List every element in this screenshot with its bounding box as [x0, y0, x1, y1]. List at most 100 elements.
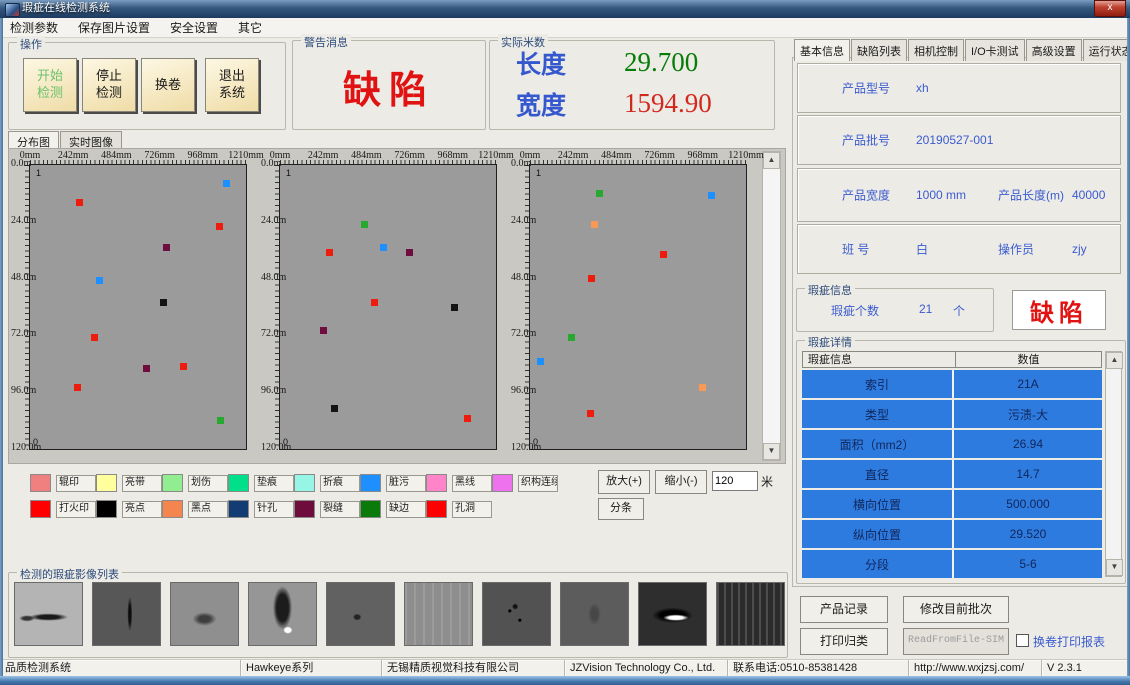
split-button[interactable]: 分条 — [598, 498, 644, 520]
start-detect-button[interactable]: 开始 检测 — [23, 58, 77, 112]
menu-item[interactable]: 检测参数 — [0, 19, 68, 36]
plot-canvas[interactable]: 10 — [529, 164, 747, 450]
detail-attribute: 直径 — [802, 460, 954, 488]
legend-swatch — [360, 474, 381, 492]
defect-thumbnail[interactable] — [14, 582, 83, 646]
legend-swatch — [228, 500, 249, 518]
scroll-down-arrow[interactable]: ▼ — [763, 443, 780, 460]
defect-detail-group: 瑕疵详情 瑕疵信息 数值 索引21A类型污渍-大面积（mm2）26.94直径14… — [796, 340, 1126, 584]
zoom-in-button[interactable]: 放大(+) — [598, 470, 650, 494]
legend-swatch — [426, 500, 447, 518]
window-title: 瑕疵在线检测系统 — [22, 0, 110, 18]
stop-detect-button[interactable]: 停止 检测 — [82, 58, 136, 112]
defect-marker-red — [371, 299, 378, 306]
menu-item[interactable]: 其它 — [228, 19, 272, 36]
y-tick-label: 120.0m — [261, 442, 291, 453]
defect-marker-maroon — [406, 249, 413, 256]
table-scrollbar[interactable]: ▲ ▼ — [1105, 351, 1122, 577]
legend-item: 打火印 — [30, 500, 96, 518]
read-from-file-button[interactable]: ReadFromFile-SIM — [903, 628, 1009, 655]
right-tab[interactable]: 基本信息 — [794, 39, 850, 61]
defect-thumbnail[interactable] — [92, 582, 161, 646]
defect-marker-red — [587, 410, 594, 417]
defect-detail-row[interactable]: 纵向位置29.520 — [802, 520, 1102, 548]
scatter-panel-3[interactable]: 0mm242mm484mm726mm968mm1210mm0.0m24.0m48… — [511, 151, 761, 461]
meter-range-input[interactable] — [712, 471, 758, 491]
x-tick-label: 1210mm — [478, 150, 514, 161]
right-tabs: 基本信息缺陷列表相机控制I/O卡测试高级设置运行状态信息 — [794, 39, 1130, 61]
y-tick-label: 48.0m — [261, 272, 286, 283]
section-label-top: 1 — [286, 168, 291, 178]
defect-detail-row[interactable]: 类型污渍-大 — [802, 400, 1102, 428]
x-tick-label: 726mm — [644, 150, 675, 161]
section-label-top: 1 — [36, 168, 41, 178]
defect-detail-row[interactable]: 面积（mm2）26.94 — [802, 430, 1102, 458]
defect-thumbnail[interactable] — [482, 582, 551, 646]
exit-system-button[interactable]: 退出 系统 — [205, 58, 259, 112]
defect-marker-blue — [96, 277, 103, 284]
defect-thumbnail[interactable] — [170, 582, 239, 646]
modify-batch-button[interactable]: 修改目前批次 — [903, 596, 1009, 623]
defect-detail-row[interactable]: 分段5-6 — [802, 550, 1102, 578]
header-attribute: 瑕疵信息 — [802, 351, 956, 368]
plots-vertical-scrollbar[interactable]: ▲ ▼ — [762, 151, 781, 461]
defect-legend: 辊印亮带划伤垫痕折痕脏污黑线织构连续打火印亮点黑点针孔裂缝缺边孔洞 — [30, 470, 558, 522]
status-cell: 联系电话:0510-85381428 — [728, 660, 909, 677]
defect-detail-row[interactable]: 索引21A — [802, 370, 1102, 398]
warning-caption: 警告消息 — [301, 34, 351, 50]
zoom-out-button[interactable]: 缩小(-) — [655, 470, 707, 494]
defect-marker-red — [216, 223, 223, 230]
defect-thumbnail[interactable] — [560, 582, 629, 646]
y-tick-label: 24.0m — [511, 215, 536, 226]
plot-canvas[interactable]: 10 — [29, 164, 247, 450]
defect-marker-red — [91, 334, 98, 341]
defect-detail-row[interactable]: 横向位置500.000 — [802, 490, 1102, 518]
right-tab[interactable]: I/O卡测试 — [965, 39, 1025, 61]
defect-thumbnail[interactable] — [404, 582, 473, 646]
defect-detail-table: 瑕疵信息 数值 索引21A类型污渍-大面积（mm2）26.94直径14.7横向位… — [802, 351, 1102, 578]
defect-thumbnail[interactable] — [248, 582, 317, 646]
legend-item: 垫痕 — [228, 474, 294, 492]
detail-value: 21A — [954, 370, 1102, 398]
table-scroll-up[interactable]: ▲ — [1106, 352, 1123, 369]
title-bar[interactable]: 瑕疵在线检测系统 x — [0, 0, 1130, 18]
legend-label: 织构连续 — [518, 475, 558, 492]
detail-attribute: 分段 — [802, 550, 954, 578]
menu-item[interactable]: 保存图片设置 — [68, 19, 160, 36]
change-roll-button[interactable]: 换卷 — [141, 58, 195, 112]
scatter-panel-2[interactable]: 0mm242mm484mm726mm968mm1210mm0.0m24.0m48… — [261, 151, 511, 461]
defect-thumbnail[interactable] — [326, 582, 395, 646]
defect-detail-row[interactable]: 直径14.7 — [802, 460, 1102, 488]
scroll-up-arrow[interactable]: ▲ — [763, 152, 780, 169]
menu-item[interactable]: 安全设置 — [160, 19, 228, 36]
defect-detail-caption: 瑕疵详情 — [805, 334, 855, 350]
menu-bar: 检测参数保存图片设置安全设置其它 — [0, 18, 1130, 38]
close-button[interactable]: x — [1094, 0, 1126, 17]
right-tab[interactable]: 缺陷列表 — [851, 39, 907, 61]
status-cell: 无锡精质视觉科技有限公司 — [382, 660, 565, 677]
defect-marker-blue — [223, 180, 230, 187]
legend-label: 折痕 — [320, 475, 360, 492]
right-tab[interactable]: 高级设置 — [1026, 39, 1082, 61]
legend-item: 黑线 — [426, 474, 492, 492]
plot-canvas[interactable]: 10 — [279, 164, 497, 450]
print-classify-button[interactable]: 打印归类 — [800, 628, 888, 655]
x-tick-label: 968mm — [188, 150, 219, 161]
right-tab[interactable]: 运行状态信息 — [1083, 39, 1130, 61]
table-scroll-down[interactable]: ▼ — [1106, 559, 1123, 576]
product-record-button[interactable]: 产品记录 — [800, 596, 888, 623]
legend-row: 打火印亮点黑点针孔裂缝缺边孔洞 — [30, 496, 558, 522]
legend-row: 辊印亮带划伤垫痕折痕脏污黑线织构连续 — [30, 470, 558, 496]
defect-count-value: 21 — [919, 302, 932, 316]
legend-label: 划伤 — [188, 475, 228, 492]
operation-caption: 操作 — [17, 36, 45, 52]
right-tab[interactable]: 相机控制 — [908, 39, 964, 61]
product-info-row: 产品型号xh — [797, 63, 1121, 113]
detail-attribute: 索引 — [802, 370, 954, 398]
detail-value: 污渍-大 — [954, 400, 1102, 428]
scatter-panel-1[interactable]: 0mm242mm484mm726mm968mm1210mm0.0m24.0m48… — [11, 151, 261, 461]
legend-label: 亮点 — [122, 501, 162, 518]
print-report-checkbox[interactable] — [1016, 634, 1029, 647]
defect-thumbnail[interactable] — [716, 582, 785, 646]
defect-thumbnail[interactable] — [638, 582, 707, 646]
